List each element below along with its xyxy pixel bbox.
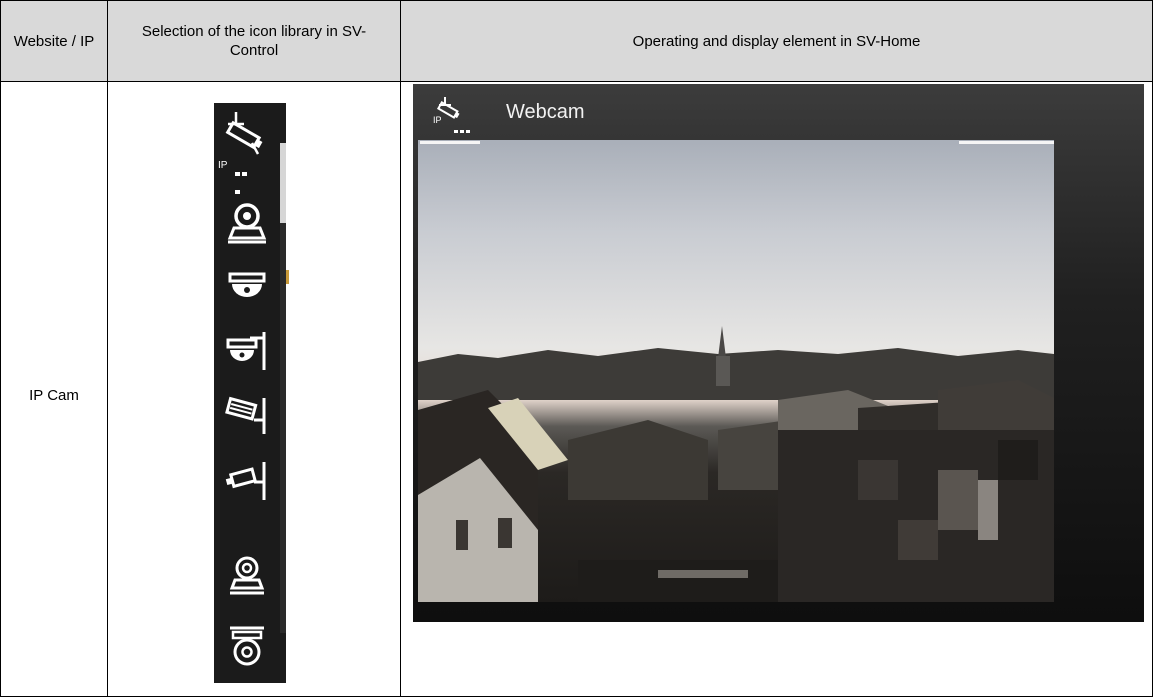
dome-camera-icon[interactable] bbox=[214, 255, 280, 319]
webcam-ip-label: IP bbox=[433, 115, 442, 125]
webcam-scene bbox=[418, 326, 1054, 602]
webcam-ip-dots-icon bbox=[454, 120, 472, 138]
wall-dome-camera-icon[interactable] bbox=[214, 319, 280, 383]
scrollbar-thumb[interactable] bbox=[280, 143, 286, 223]
webcam-live-image[interactable] bbox=[418, 140, 1054, 602]
header-icon-library: Selection of the icon library in SV-Cont… bbox=[141, 23, 367, 59]
wall-box-camera-icon[interactable] bbox=[214, 449, 280, 513]
orange-marker bbox=[286, 270, 289, 284]
ip-label: IP bbox=[218, 160, 228, 171]
ip-dots-icon bbox=[235, 163, 255, 194]
sv-home-webcam-widget[interactable]: IP Webcam bbox=[413, 84, 1144, 622]
table-header-divider bbox=[0, 81, 1153, 82]
wall-bullet-camera-icon[interactable] bbox=[214, 383, 280, 447]
webcam-title: Webcam bbox=[506, 101, 585, 123]
ptz-small-camera-icon[interactable] bbox=[214, 543, 280, 607]
table-border-left bbox=[0, 0, 1, 697]
header-sv-home: Operating and display element in SV-Home bbox=[632, 32, 921, 50]
header-website-ip: Website / IP bbox=[13, 32, 95, 50]
document-table: Website / IP Selection of the icon libra… bbox=[0, 0, 1153, 697]
ptz-ceiling-camera-icon[interactable] bbox=[214, 613, 280, 677]
column-divider-2 bbox=[400, 0, 401, 697]
column-divider-1 bbox=[107, 0, 108, 697]
ptz-camera-icon[interactable] bbox=[214, 191, 280, 255]
row-label-ip-cam: IP Cam bbox=[29, 386, 79, 404]
scrollbar-track[interactable] bbox=[280, 223, 286, 633]
ip-camera-icon[interactable] bbox=[214, 103, 280, 167]
icon-library-list[interactable]: IP bbox=[214, 103, 286, 683]
